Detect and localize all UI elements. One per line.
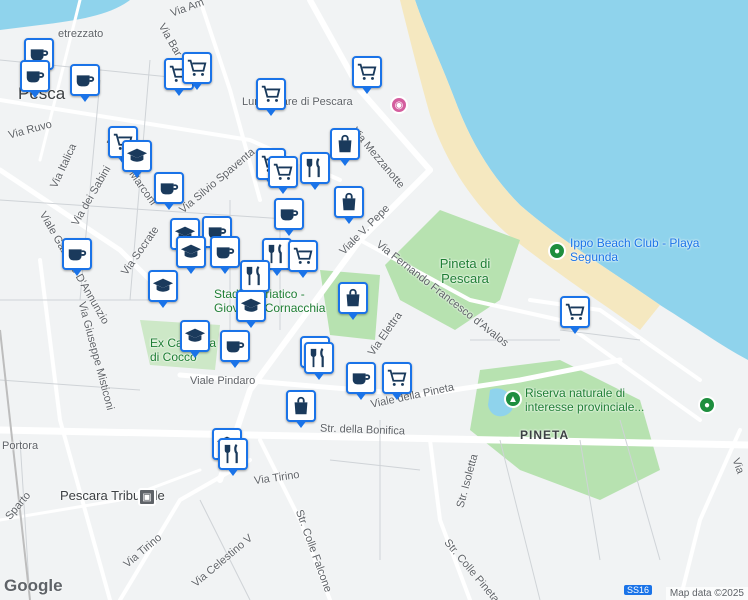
river <box>0 0 130 30</box>
coffee-icon <box>224 335 246 357</box>
cart-icon <box>260 83 282 105</box>
cart-icon <box>292 245 314 267</box>
map-marker-restaurant[interactable] <box>218 438 248 476</box>
map-marker-school[interactable] <box>176 236 206 274</box>
map-marker-cart[interactable] <box>352 56 382 94</box>
map-marker-school[interactable] <box>122 140 152 178</box>
poi-label: Ippo Beach Club - Playa Segunda <box>570 236 700 264</box>
restaurant-icon <box>304 157 326 179</box>
map-canvas[interactable]: Via Am etrezzato Via Bar Pesca Lungomare… <box>0 0 748 600</box>
coffee-icon <box>214 241 236 263</box>
coffee-icon <box>66 243 88 265</box>
cart-icon <box>272 161 294 183</box>
map-marker-coffee[interactable] <box>154 172 184 210</box>
bag-icon <box>342 287 364 309</box>
map-attribution[interactable]: Map data ©2025 <box>665 587 748 600</box>
train-station-pin[interactable]: ▣ <box>138 488 156 506</box>
district-label: PINETA <box>520 428 570 442</box>
coffee-icon <box>278 203 300 225</box>
map-marker-coffee[interactable] <box>346 362 376 400</box>
railway <box>0 329 31 600</box>
map-marker-school[interactable] <box>148 270 178 308</box>
map-marker-coffee[interactable] <box>62 238 92 276</box>
restaurant-icon <box>308 347 330 369</box>
camera-pin[interactable]: ◉ <box>390 96 408 114</box>
coffee-icon <box>24 65 46 87</box>
restaurant-icon <box>244 265 266 287</box>
poi-label: Stadio Adriatico - Giovanni Cornacchia <box>214 287 326 315</box>
google-logo: Google <box>4 576 63 595</box>
street-label: Viale Pindaro <box>190 375 256 387</box>
school-icon <box>126 145 148 167</box>
map-marker-bag[interactable] <box>286 390 316 428</box>
map-marker-bag[interactable] <box>334 186 364 224</box>
nature-reserve-pin[interactable]: ▲ <box>504 390 522 408</box>
coffee-icon <box>74 69 96 91</box>
map-marker-coffee[interactable] <box>210 236 240 274</box>
beach-club-pin[interactable]: ● <box>548 242 566 260</box>
park-pin[interactable]: ● <box>698 396 716 414</box>
map-marker-cart[interactable] <box>288 240 318 278</box>
map-marker-school[interactable] <box>180 320 210 358</box>
map-marker-cart[interactable] <box>182 52 212 90</box>
bag-icon <box>334 133 356 155</box>
map-marker-coffee[interactable] <box>70 64 100 102</box>
street-label: etrezzato <box>58 28 104 40</box>
map-marker-cart[interactable] <box>382 362 412 400</box>
map-marker-bag[interactable] <box>330 128 360 166</box>
map-marker-coffee[interactable] <box>20 60 50 98</box>
cart-icon <box>356 61 378 83</box>
map-marker-restaurant[interactable] <box>300 152 330 190</box>
cart-icon <box>386 367 408 389</box>
map-marker-cart[interactable] <box>256 78 286 116</box>
map-marker-bag[interactable] <box>338 282 368 320</box>
school-icon <box>152 275 174 297</box>
cart-icon <box>564 301 586 323</box>
map-base <box>0 0 748 600</box>
map-marker-restaurant[interactable] <box>240 260 270 298</box>
map-marker-coffee[interactable] <box>274 198 304 236</box>
map-marker-restaurant[interactable] <box>304 342 334 380</box>
map-marker-school[interactable] <box>236 290 266 328</box>
map-marker-cart[interactable] <box>268 156 298 194</box>
bag-icon <box>338 191 360 213</box>
street-label: Portora <box>2 440 39 452</box>
coffee-icon <box>158 177 180 199</box>
map-marker-cart[interactable] <box>560 296 590 334</box>
school-icon <box>180 241 202 263</box>
coffee-icon <box>350 367 372 389</box>
route-badge: SS16 <box>624 585 653 595</box>
bag-icon <box>290 395 312 417</box>
poi-label: Riserva naturale di interesse provincial… <box>525 386 645 414</box>
park-label: Pineta di Pescara <box>439 256 491 286</box>
school-icon <box>184 325 206 347</box>
cart-icon <box>186 57 208 79</box>
school-icon <box>240 295 262 317</box>
map-marker-coffee[interactable] <box>220 330 250 368</box>
restaurant-icon <box>222 443 244 465</box>
